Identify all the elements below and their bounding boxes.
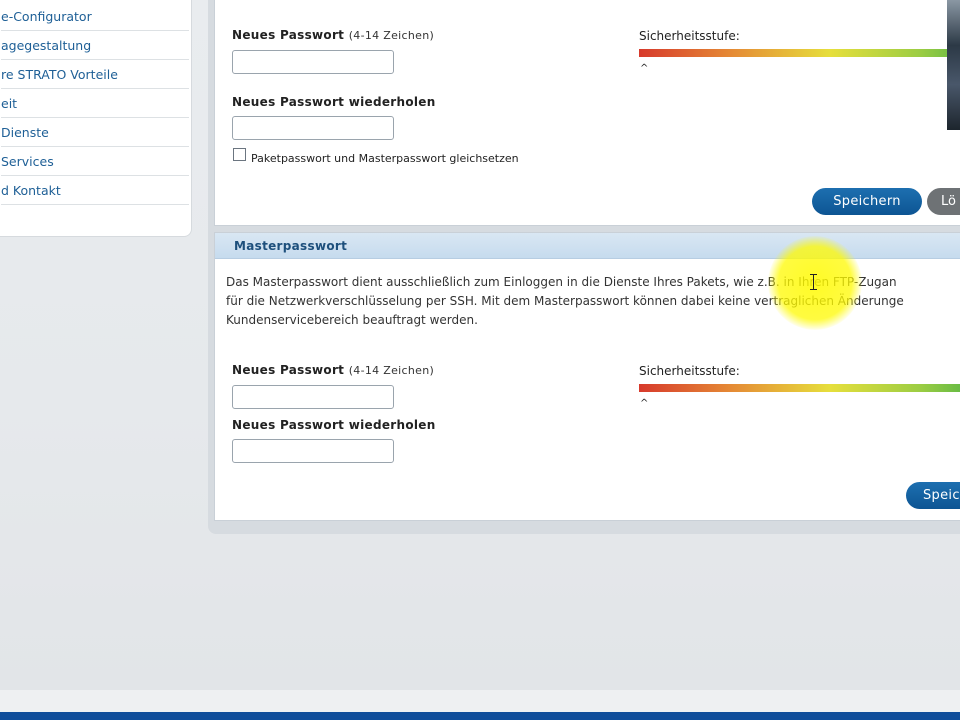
promo-image — [947, 0, 960, 130]
master-repeat-password-label: Neues Passwort wiederholen — [232, 418, 436, 432]
repeat-password-input[interactable] — [232, 116, 394, 140]
sidebar-item-strato-benefits[interactable]: re STRATO Vorteile — [1, 60, 189, 89]
master-password-description: Das Masterpasswort dient ausschließlich … — [226, 273, 960, 330]
sidebar-item-security[interactable]: eit — [1, 89, 189, 118]
sidebar-item-services[interactable]: Services — [1, 147, 189, 176]
sidebar-item-contact[interactable]: d Kontakt — [1, 176, 189, 205]
footer-bar — [0, 712, 960, 720]
package-password-card: Neues Passwort (4-14 Zeichen) Neues Pass… — [214, 0, 960, 226]
master-strength-label: Sicherheitsstufe: — [639, 364, 740, 378]
master-strength-meter — [639, 384, 960, 392]
description-line: für die Netzwerkverschlüsselung per SSH.… — [226, 294, 904, 308]
save-button[interactable]: Speichern — [812, 188, 922, 215]
new-password-hint: (4-14 Zeichen) — [348, 29, 435, 42]
master-password-card: Masterpasswort Das Masterpasswort dient … — [214, 232, 960, 521]
new-password-input[interactable] — [232, 50, 394, 74]
strength-label: Sicherheitsstufe: — [639, 29, 740, 43]
same-password-checkbox[interactable] — [233, 148, 246, 161]
description-line: Kundenservicebereich beauftragt werden. — [226, 313, 478, 327]
master-save-button[interactable]: Speic — [906, 482, 960, 509]
sidebar-item-services-dienste[interactable]: Dienste — [1, 118, 189, 147]
master-new-password-hint: (4-14 Zeichen) — [348, 364, 435, 377]
repeat-password-label: Neues Passwort wiederholen — [232, 95, 436, 109]
strength-meter — [639, 49, 960, 57]
delete-button[interactable]: Lö — [927, 188, 960, 215]
sidebar-nav: e-Configurator agegestaltung re STRATO V… — [0, 0, 192, 237]
footer-strip — [0, 690, 960, 712]
master-repeat-password-input[interactable] — [232, 439, 394, 463]
new-password-label: Neues Passwort (4-14 Zeichen) — [232, 28, 435, 42]
master-new-password-label: Neues Passwort (4-14 Zeichen) — [232, 363, 435, 377]
description-line: Das Masterpasswort dient ausschließlich … — [226, 275, 897, 289]
master-password-title: Masterpasswort — [234, 239, 348, 253]
master-new-password-input[interactable] — [232, 385, 394, 409]
sidebar-item-homepage-design[interactable]: agegestaltung — [1, 31, 189, 60]
text-cursor-icon — [810, 274, 817, 290]
master-strength-marker: ^ — [640, 398, 649, 409]
strength-marker: ^ — [640, 63, 649, 74]
master-password-header: Masterpasswort — [215, 233, 960, 259]
same-password-label: Paketpasswort und Masterpasswort gleichs… — [251, 152, 519, 165]
sidebar-item-configurator[interactable]: e-Configurator — [1, 2, 189, 31]
